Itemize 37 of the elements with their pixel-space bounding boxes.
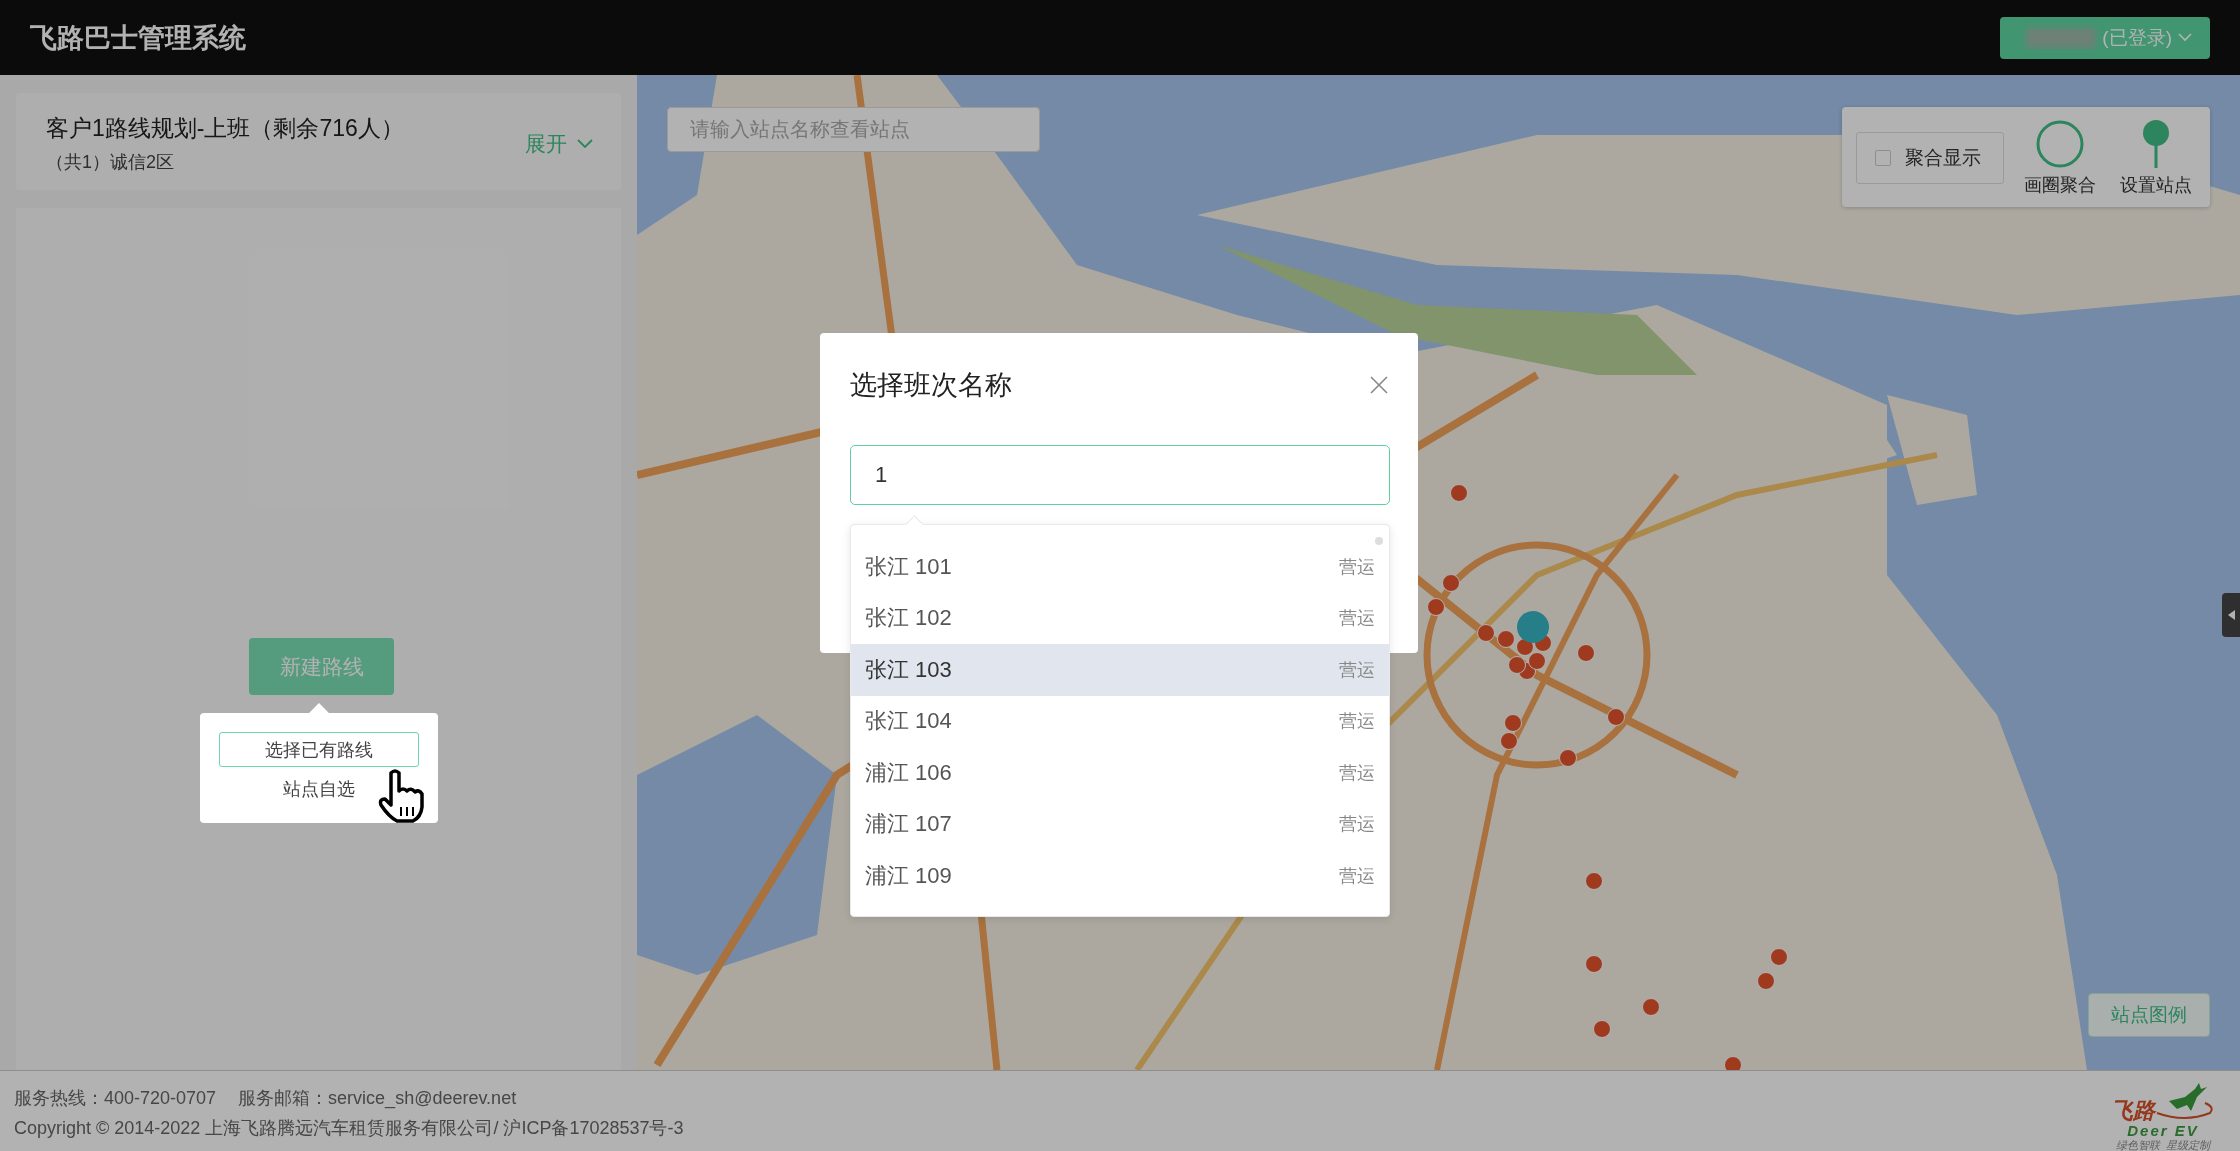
option-name: 张江 104 bbox=[865, 707, 952, 736]
option-name: 张江 102 bbox=[865, 604, 952, 633]
route-title: 客户1路线规划-上班（剩余716人） bbox=[46, 114, 404, 143]
option-status: 营运 bbox=[1339, 864, 1375, 888]
cluster-toggle[interactable]: 聚合显示 bbox=[1856, 132, 2004, 184]
copyright-text: Copyright © 2014-2022 上海飞路腾远汽车租赁服务有限公司/ 沪ICP备17028537号-3 bbox=[14, 1117, 684, 1140]
option-name: 浦江 109 bbox=[865, 861, 952, 890]
option-status: 营运 bbox=[1339, 555, 1375, 579]
option-name: 张江 101 bbox=[865, 552, 952, 581]
option-name: 浦江 106 bbox=[865, 758, 952, 787]
option-name: 浦江 107 bbox=[865, 810, 952, 839]
logo-latin: Deer EV bbox=[2127, 1123, 2199, 1139]
contact-text: 服务邮箱：service_sh@deerev.net bbox=[238, 1087, 517, 1111]
dropdown-option[interactable]: 浦江 106 营运 bbox=[851, 747, 1389, 799]
logo-slogan: 绿色智联 星级定制 bbox=[2115, 1139, 2211, 1151]
option-status: 营运 bbox=[1339, 813, 1375, 837]
logo-brand: 飞路 bbox=[2111, 1099, 2155, 1123]
option-status: 营运 bbox=[1339, 761, 1375, 785]
dropdown-option[interactable]: 张江 104 营运 bbox=[851, 695, 1389, 747]
dropdown-option[interactable]: 张江 102 营运 bbox=[851, 592, 1389, 644]
dropdown-option[interactable]: 浦江 107 营运 bbox=[851, 798, 1389, 850]
menu-item[interactable]: 选择已有路线 bbox=[219, 732, 419, 767]
dropdown-option[interactable]: 浦江 109 营运 bbox=[851, 850, 1389, 902]
dropdown-option[interactable]: 张江 103 营运 bbox=[851, 644, 1389, 696]
app-title: 飞路巴士管理系统 bbox=[30, 21, 246, 55]
map-tool-button[interactable]: 画圈聚合 bbox=[2020, 119, 2100, 197]
dialog-title: 选择班次名称 bbox=[850, 369, 1012, 402]
option-status: 营运 bbox=[1339, 607, 1375, 631]
map-tool-button[interactable]: 设置站点 bbox=[2116, 119, 2196, 197]
station-search-field[interactable]: 请输入站点名称查看站点 bbox=[667, 107, 1040, 152]
option-status: 营运 bbox=[1339, 658, 1375, 682]
shift-name-field[interactable]: 1 bbox=[850, 445, 1390, 505]
option-name: 张江 103 bbox=[865, 655, 952, 684]
option-status: 营运 bbox=[1339, 710, 1375, 734]
route-subtitle: （共1）诚信2区 bbox=[46, 151, 176, 174]
dropdown-option[interactable]: 张江 101 营运 bbox=[851, 541, 1389, 593]
contact-text: 服务热线：400-720-0707 bbox=[14, 1087, 217, 1110]
